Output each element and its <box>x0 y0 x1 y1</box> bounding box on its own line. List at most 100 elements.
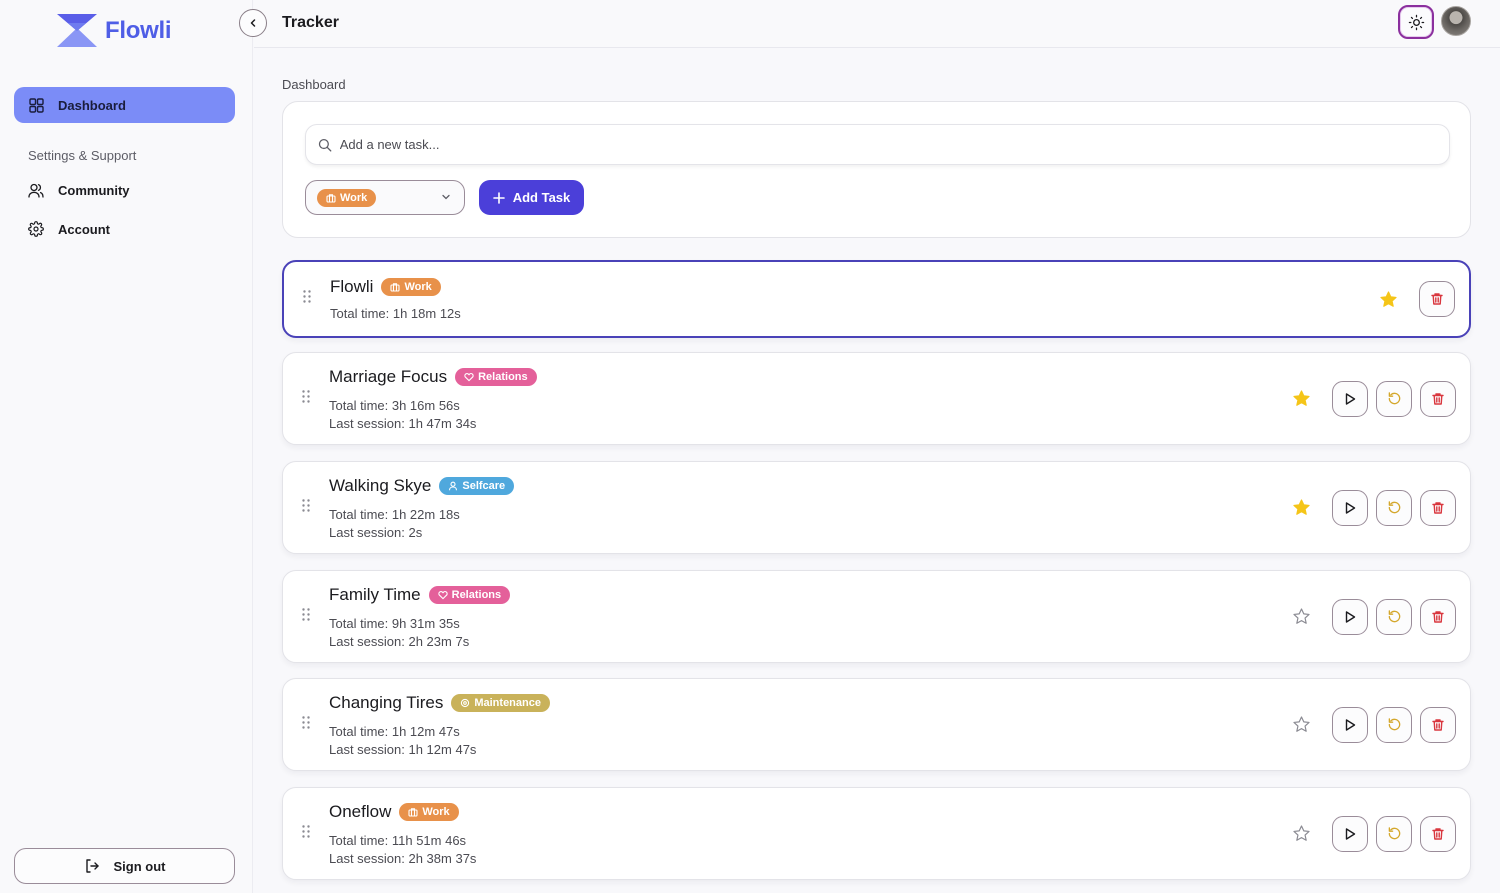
sidebar-item-label: Account <box>58 221 110 237</box>
task-card[interactable]: Oneflow Work Total time: 11h 51m 46s Las… <box>282 787 1471 880</box>
new-task-input[interactable] <box>339 137 1449 152</box>
category-label: Selfcare <box>462 480 506 492</box>
sign-out-label: Sign out <box>113 858 166 874</box>
drag-handle-icon[interactable] <box>302 824 310 843</box>
total-time: Total time: 9h 31m 35s <box>329 616 460 631</box>
briefcase-icon <box>326 193 336 203</box>
user-avatar[interactable] <box>1441 6 1471 36</box>
drag-handle-icon[interactable] <box>302 715 310 734</box>
reset-timer-button[interactable] <box>1376 598 1412 635</box>
add-task-button[interactable]: Add Task <box>479 180 584 215</box>
logo-mark-icon <box>57 14 97 47</box>
total-time: Total time: 1h 22m 18s <box>329 507 460 522</box>
drag-handle-icon[interactable] <box>302 498 310 517</box>
drag-handle-icon[interactable] <box>303 290 311 309</box>
task-name: Changing Tires <box>329 693 444 712</box>
task-title-row: Family Time Relations <box>329 585 511 605</box>
sidebar-item-account[interactable]: Account <box>14 211 235 247</box>
task-title-row: Oneflow Work <box>329 802 459 822</box>
heart-icon <box>464 372 474 382</box>
task-title-row: Changing Tires Maintenance <box>329 693 550 713</box>
task-meta: Total time: 3h 16m 56s Last session: 1h … <box>329 397 476 433</box>
task-actions <box>1290 815 1456 852</box>
task-actions <box>1290 380 1456 417</box>
category-select[interactable]: Work <box>305 180 465 215</box>
gear-icon <box>460 698 470 708</box>
section-label: Settings & Support <box>28 148 137 163</box>
task-name: Marriage Focus <box>329 367 448 386</box>
last-session: Last session: 1h 47m 34s <box>329 416 477 431</box>
task-card[interactable]: Family Time Relations Total time: 9h 31m… <box>282 570 1471 663</box>
total-time: Total time: 1h 18m 12s <box>330 306 461 321</box>
start-timer-button[interactable] <box>1332 706 1368 743</box>
briefcase-icon <box>390 282 401 292</box>
trash-icon <box>1431 827 1445 841</box>
start-timer-button[interactable] <box>1332 380 1368 417</box>
reset-timer-button[interactable] <box>1376 489 1412 526</box>
sidebar-item-dashboard[interactable]: Dashboard <box>14 87 235 123</box>
sign-out-button[interactable]: Sign out <box>14 848 235 884</box>
reset-icon <box>1387 609 1402 624</box>
delete-task-button[interactable] <box>1420 815 1456 852</box>
chevron-left-icon <box>250 19 256 27</box>
new-task-card: Work Add Task <box>282 101 1471 238</box>
delete-task-button[interactable] <box>1420 380 1456 417</box>
sun-icon <box>1408 14 1424 30</box>
task-card[interactable]: Walking Skye Selfcare Total time: 1h 22m… <box>282 461 1471 554</box>
category-label: Work <box>404 281 432 293</box>
task-title-row: Flowli Work <box>330 277 441 297</box>
star-outline-icon[interactable] <box>1290 714 1312 736</box>
gear-icon <box>28 221 44 237</box>
task-actions <box>1290 706 1456 743</box>
category-badge: Maintenance <box>451 694 550 712</box>
delete-task-button[interactable] <box>1420 489 1456 526</box>
star-filled-icon[interactable] <box>1377 288 1399 310</box>
logo[interactable]: Flowli <box>57 14 172 47</box>
task-meta: Total time: 1h 18m 12s <box>330 305 461 323</box>
last-session: Last session: 2h 38m 37s <box>329 851 477 866</box>
briefcase-icon <box>408 807 418 817</box>
category-badge: Relations <box>455 368 537 386</box>
task-card[interactable]: Flowli Work Total time: 1h 18m 12s <box>282 260 1471 338</box>
start-timer-button[interactable] <box>1332 598 1368 635</box>
play-icon <box>1343 718 1357 732</box>
star-outline-icon[interactable] <box>1290 606 1312 628</box>
task-card[interactable]: Marriage Focus Relations Total time: 3h … <box>282 352 1471 445</box>
top-bar <box>254 0 1500 48</box>
drag-handle-icon[interactable] <box>302 607 310 626</box>
total-time: Total time: 1h 12m 47s <box>329 724 460 739</box>
task-meta: Total time: 1h 22m 18s Last session: 2s <box>329 506 460 542</box>
delete-task-button[interactable] <box>1419 281 1455 317</box>
star-filled-icon[interactable] <box>1290 497 1312 519</box>
logout-icon <box>85 859 99 873</box>
task-meta: Total time: 11h 51m 46s Last session: 2h… <box>329 832 476 868</box>
reset-timer-button[interactable] <box>1376 815 1412 852</box>
chevron-down-icon <box>442 194 450 200</box>
reset-timer-button[interactable] <box>1376 380 1412 417</box>
collapse-sidebar-button[interactable] <box>239 9 267 37</box>
task-title-row: Marriage Focus Relations <box>329 367 537 387</box>
star-filled-icon[interactable] <box>1290 388 1312 410</box>
star-outline-icon[interactable] <box>1290 823 1312 845</box>
breadcrumb: Dashboard <box>282 77 346 92</box>
person-icon <box>448 481 458 491</box>
drag-handle-icon[interactable] <box>302 389 310 408</box>
sidebar-item-community[interactable]: Community <box>14 172 235 208</box>
task-card[interactable]: Changing Tires Maintenance Total time: 1… <box>282 678 1471 771</box>
theme-toggle-button[interactable] <box>1398 5 1434 39</box>
delete-task-button[interactable] <box>1420 706 1456 743</box>
start-timer-button[interactable] <box>1332 489 1368 526</box>
task-name: Oneflow <box>329 802 392 821</box>
reset-timer-button[interactable] <box>1376 706 1412 743</box>
start-timer-button[interactable] <box>1332 815 1368 852</box>
total-time: Total time: 3h 16m 56s <box>329 398 460 413</box>
category-badge: Work <box>399 803 459 821</box>
delete-task-button[interactable] <box>1420 598 1456 635</box>
new-task-field[interactable] <box>305 124 1450 165</box>
sidebar-item-label: Dashboard <box>58 97 126 113</box>
task-name: Flowli <box>330 277 374 296</box>
task-actions <box>1290 489 1456 526</box>
category-label: Maintenance <box>474 697 541 709</box>
grid-icon <box>28 97 44 113</box>
reset-icon <box>1387 391 1402 406</box>
